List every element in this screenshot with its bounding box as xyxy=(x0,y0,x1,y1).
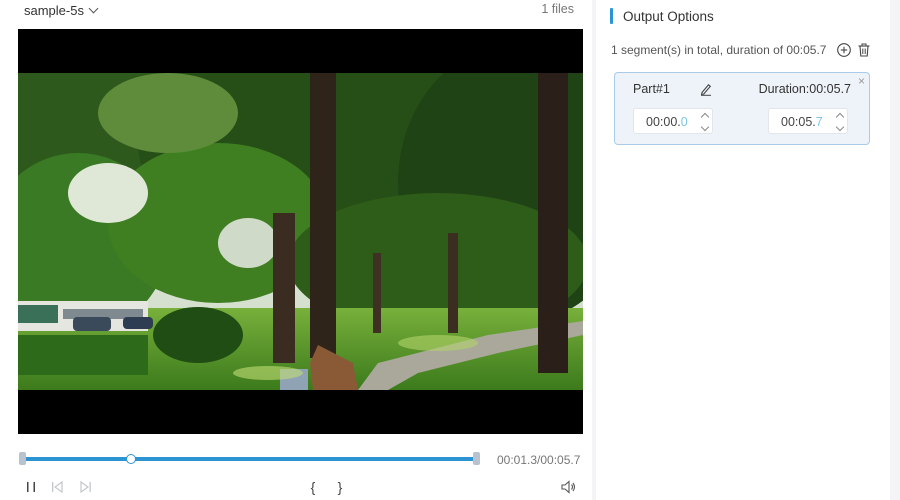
file-selector[interactable]: sample-5s xyxy=(24,2,99,18)
delete-all-button[interactable] xyxy=(856,42,872,58)
segment-title: Part#1 xyxy=(633,82,670,96)
trim-end-handle[interactable] xyxy=(473,452,480,465)
pause-button[interactable] xyxy=(22,478,40,496)
mark-out-button[interactable]: } xyxy=(331,478,349,496)
add-segment-button[interactable] xyxy=(836,42,852,58)
start-time-prefix: 00:00. xyxy=(646,115,681,129)
end-time-prefix: 00:05. xyxy=(781,115,816,129)
file-selector-label: sample-5s xyxy=(24,2,84,18)
trash-icon xyxy=(858,43,870,57)
playhead[interactable] xyxy=(126,454,136,464)
end-time-stepper[interactable] xyxy=(835,111,845,132)
segment-card[interactable]: Part#1 Duration:00:05.7 × 00:00.0 00:05.… xyxy=(614,72,870,145)
rename-segment-button[interactable] xyxy=(699,82,713,96)
chevron-down-icon[interactable] xyxy=(700,122,710,132)
volume-button[interactable] xyxy=(560,478,578,496)
mark-in-button[interactable]: { xyxy=(304,478,322,496)
chevron-down-icon[interactable] xyxy=(835,122,845,132)
segment-duration: Duration:00:05.7 xyxy=(758,82,851,96)
time-readout: 00:01.3/00:05.7 xyxy=(497,453,581,467)
start-time-stepper[interactable] xyxy=(700,111,710,132)
pencil-icon xyxy=(700,84,712,96)
output-options-panel: Output Options 1 segment(s) in total, du… xyxy=(596,0,890,500)
video-preview[interactable] xyxy=(18,29,583,434)
close-icon[interactable]: × xyxy=(858,74,865,88)
chevron-down-icon xyxy=(88,3,99,13)
end-time-last-digit: 7 xyxy=(815,115,823,129)
add-circle-icon xyxy=(837,43,851,57)
accent-bar xyxy=(610,8,613,24)
section-header: Output Options xyxy=(610,8,714,24)
timeline-slider[interactable] xyxy=(18,449,480,469)
skip-next-icon xyxy=(79,481,91,493)
section-title: Output Options xyxy=(623,8,714,24)
player-pane: sample-5s 1 files 00:01.3/00:05.7 {} xyxy=(0,0,592,500)
start-time-last-digit: 0 xyxy=(680,115,688,129)
volume-icon xyxy=(561,480,576,494)
skip-previous-icon xyxy=(51,481,63,493)
files-count: 1 files xyxy=(541,2,574,16)
pause-icon xyxy=(27,482,35,492)
next-frame-button[interactable] xyxy=(76,478,94,496)
previous-frame-button[interactable] xyxy=(48,478,66,496)
video-frame xyxy=(18,73,583,390)
timeline-selection xyxy=(22,457,476,461)
chevron-up-icon[interactable] xyxy=(700,112,710,122)
segments-summary: 1 segment(s) in total, duration of 00:05… xyxy=(611,43,827,57)
chevron-up-icon[interactable] xyxy=(835,112,845,122)
segment-end-time-field[interactable]: 00:05.7 xyxy=(768,108,848,134)
trim-start-handle[interactable] xyxy=(19,452,26,465)
segment-start-time-field[interactable]: 00:00.0 xyxy=(633,108,713,134)
